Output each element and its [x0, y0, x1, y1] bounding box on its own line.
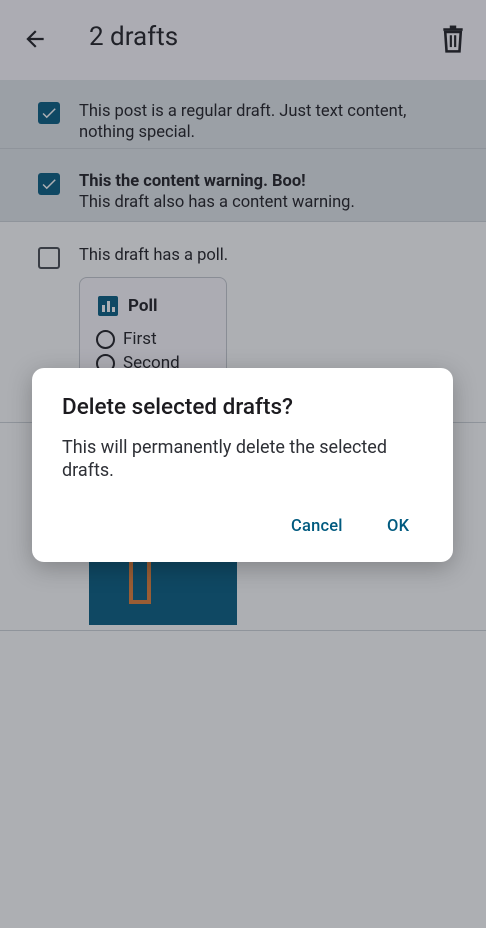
- dialog-message: This will permanently delete the selecte…: [62, 437, 388, 481]
- cancel-button[interactable]: Cancel: [291, 517, 343, 536]
- dialog-title: Delete selected drafts?: [62, 394, 293, 420]
- ok-button[interactable]: OK: [387, 517, 409, 536]
- delete-confirm-dialog: Delete selected drafts? This will perman…: [32, 368, 453, 562]
